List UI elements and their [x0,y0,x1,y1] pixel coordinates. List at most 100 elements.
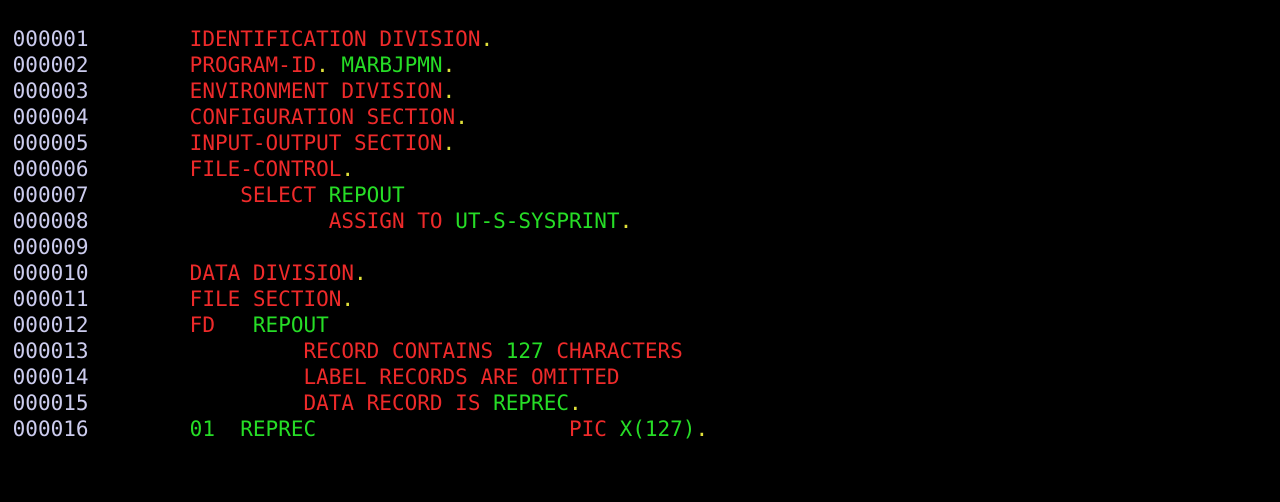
gutter-pad [0,287,13,311]
line-number: 000002 [12,53,89,77]
code-token: MARBJPMN [341,53,443,77]
gutter-pad [0,313,13,337]
code-token: REPOUT [252,313,329,337]
line-number: 000008 [12,209,89,233]
code-token: REPREC [493,391,569,415]
code-token: REPREC [240,417,317,441]
line-number: 000012 [12,313,89,337]
line-number: 000011 [12,287,89,311]
code-token: . [695,417,709,441]
gutter-pad [0,417,13,441]
code-token: ENVIRONMENT DIVISION [189,79,443,103]
code-token: PIC [569,417,607,441]
code-line[interactable]: 000001 IDENTIFICATION DIVISION. [0,26,1280,52]
code-token: . [354,261,367,285]
code-token: RECORD CONTAINS [303,339,494,363]
line-number: 000013 [12,339,89,363]
code-token: FILE SECTION [189,287,342,311]
code-token: . [480,27,494,51]
gutter-pad [0,157,13,181]
code-token: FD [189,313,215,337]
gutter-pad [0,391,13,415]
code-token: SELECT [240,183,317,207]
gutter-pad [0,27,13,51]
code-token: . [316,53,329,77]
gutter-pad [0,79,13,103]
line-number: 000015 [12,391,89,415]
line-number: 000009 [12,235,89,259]
code-line[interactable]: 000014 LABEL RECORDS ARE OMITTED [0,364,1280,390]
gutter-pad [0,235,13,259]
code-line[interactable]: 000002 PROGRAM-ID. MARBJPMN. [0,52,1280,78]
code-line[interactable]: 000009 [0,234,1280,260]
code-line[interactable]: 000008 ASSIGN TO UT-S-SYSPRINT. [0,208,1280,234]
line-number: 000010 [12,261,89,285]
code-token: . [568,391,582,415]
line-number: 000014 [12,365,89,389]
code-token: UT-S-SYSPRINT [455,209,620,233]
gutter-pad [0,183,13,207]
code-line[interactable]: 000016 01 REPREC PIC X(127). [0,416,1280,442]
code-token: 127 [505,339,544,363]
code-line[interactable]: 000010 DATA DIVISION. [0,260,1280,286]
source-code-area[interactable]: 000001 IDENTIFICATION DIVISION. 000002 P… [0,26,1280,442]
code-token: . [455,105,468,129]
code-token: 01 [189,417,215,441]
code-line[interactable]: 000011 FILE SECTION. [0,286,1280,312]
code-line[interactable]: 000013 RECORD CONTAINS 127 CHARACTERS [0,338,1280,364]
code-token: PROGRAM-ID [189,53,317,77]
gutter-pad [0,53,13,77]
code-line[interactable]: 000003 ENVIRONMENT DIVISION. [0,78,1280,104]
line-number: 000006 [12,157,89,181]
gutter-pad [0,209,13,233]
code-line[interactable]: 000004 CONFIGURATION SECTION. [0,104,1280,130]
code-line[interactable]: 000006 FILE-CONTROL. [0,156,1280,182]
code-line[interactable]: 000015 DATA RECORD IS REPREC. [0,390,1280,416]
line-number: 000016 [12,417,89,441]
terminal-screen[interactable]: ****** ******************************** … [0,0,1280,502]
code-line[interactable]: 000012 FD REPOUT [0,312,1280,338]
code-line[interactable]: 000005 INPUT-OUTPUT SECTION. [0,130,1280,156]
code-token: REPOUT [328,183,405,207]
gutter-pad [0,261,13,285]
code-token: X(127) [619,417,696,441]
code-token: . [442,79,456,103]
code-token: LABEL RECORDS ARE OMITTED [303,365,620,389]
code-token: CHARACTERS [556,339,683,363]
code-token: CONFIGURATION SECTION [189,105,456,129]
code-token: IDENTIFICATION DIVISION [189,27,481,51]
gutter-pad [0,339,13,363]
code-token: FILE-CONTROL [189,157,342,181]
gutter-pad [0,365,13,389]
code-token: ASSIGN TO [328,209,443,233]
line-number: 000004 [12,105,89,129]
code-token: INPUT-OUTPUT SECTION [189,131,443,155]
line-number: 000007 [12,183,89,207]
function-key-footer: F1=Help F2=Split F3=Exit F4=Expand F5=Rf… [0,450,1280,502]
code-token: . [442,131,456,155]
code-token: DATA RECORD IS [303,391,481,415]
line-number: 000005 [12,131,89,155]
code-line[interactable]: 000007 SELECT REPOUT [0,182,1280,208]
